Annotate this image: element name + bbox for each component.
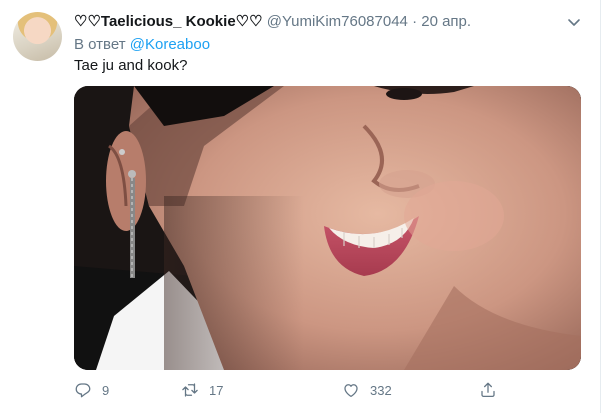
retweet-count: 17 [209, 382, 224, 398]
reply-prefix: В ответ [74, 36, 126, 53]
reply-to-link[interactable]: @Koreaboo [130, 36, 210, 53]
tweet-photo[interactable] [74, 86, 581, 370]
tweet[interactable]: ♡♡Taelicious_ Kookie♡♡ @YumiKim76087044 … [0, 0, 601, 413]
like-button[interactable]: 332 [342, 380, 392, 400]
separator-dot: · [412, 13, 418, 30]
tweet-header: ♡♡Taelicious_ Kookie♡♡ @YumiKim76087044 … [74, 12, 471, 32]
reply-button[interactable]: 9 [74, 380, 109, 400]
chevron-down-icon[interactable] [564, 12, 584, 32]
reply-icon [75, 383, 91, 398]
share-icon [481, 382, 495, 398]
retweet-icon [182, 383, 198, 397]
retweet-button[interactable]: 17 [181, 380, 223, 400]
share-button[interactable] [479, 380, 497, 400]
reply-context: В ответ @Koreaboo [74, 35, 210, 55]
reply-count: 9 [102, 382, 110, 398]
like-icon [344, 384, 358, 398]
tweet-date[interactable]: 20 апр. [421, 13, 471, 30]
tweet-text: Tae ju and kook? [74, 57, 188, 74]
like-count: 332 [370, 382, 392, 398]
author-handle[interactable]: @YumiKim76087044 [267, 13, 408, 30]
photo-illustration [74, 86, 581, 370]
tweet-actions: 9 17 332 [74, 380, 497, 400]
author-name[interactable]: ♡♡Taelicious_ Kookie♡♡ [74, 13, 263, 30]
avatar[interactable] [13, 12, 62, 61]
